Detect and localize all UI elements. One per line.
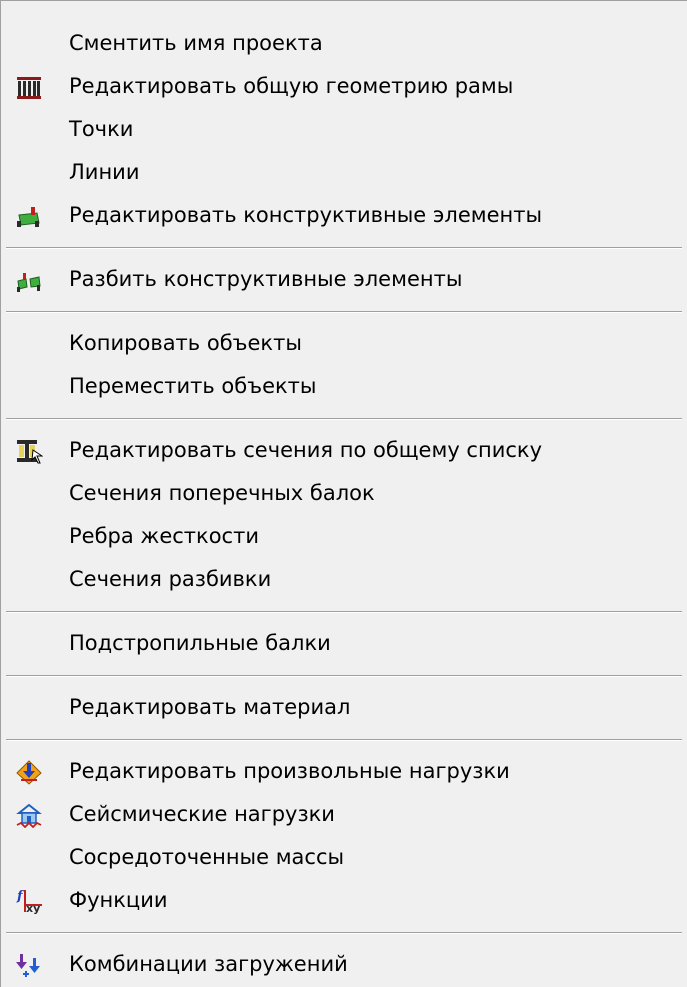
- menu-item-label: Линии: [69, 160, 140, 184]
- arbitrary-loads-icon: [15, 759, 43, 785]
- menu-separator: [1, 922, 687, 943]
- seismic-loads-icon: [15, 802, 43, 828]
- menu-separator: [1, 301, 687, 322]
- menu-item-label: Редактировать произвольные нагрузки: [69, 759, 510, 783]
- menu-item[interactable]: Редактировать материал: [1, 686, 687, 729]
- menu-item-label: Редактировать материал: [69, 695, 351, 719]
- menu-item[interactable]: Подстропильные балки: [1, 622, 687, 665]
- menu-item[interactable]: Ребра жесткости: [1, 515, 687, 558]
- menu-item-label: Сосредоточенные массы: [69, 845, 345, 869]
- menu-separator: [1, 601, 687, 622]
- menu-item-label: Сейсмические нагрузки: [69, 802, 335, 826]
- menu-item[interactable]: f xy Функции: [1, 879, 687, 922]
- menu-item-label: Ребра жесткости: [69, 524, 259, 548]
- functions-icon: f xy: [15, 888, 43, 914]
- frame-geometry-icon: [15, 74, 43, 100]
- menu-item-label: Подстропильные балки: [69, 631, 331, 655]
- menu-item[interactable]: Сечения поперечных балок: [1, 472, 687, 515]
- menu-item[interactable]: Сментить имя проекта: [1, 22, 687, 65]
- menu-item-label: Сечения поперечных балок: [69, 481, 375, 505]
- menu-item-label: Точки: [69, 117, 134, 141]
- structural-elements-icon: [15, 203, 43, 229]
- menu-separator: [1, 408, 687, 429]
- menu-item[interactable]: Редактировать произвольные нагрузки: [1, 750, 687, 793]
- load-combinations-icon: [15, 952, 43, 978]
- menu-separator: [1, 665, 687, 686]
- menu-item-label: Сментить имя проекта: [69, 31, 323, 55]
- menu-item-label: Переместить объекты: [69, 374, 317, 398]
- menu-item[interactable]: Точки: [1, 108, 687, 151]
- section-beam-icon: [15, 438, 43, 464]
- menu-item-label: Копировать объекты: [69, 331, 302, 355]
- menu-item-label: Редактировать сечения по общему списку: [69, 438, 543, 462]
- menu-separator: [1, 729, 687, 750]
- menu-item-label: Функции: [69, 888, 168, 912]
- split-elements-icon: [15, 267, 43, 293]
- menu-item[interactable]: Линии: [1, 151, 687, 194]
- menu-item[interactable]: Копировать объекты: [1, 322, 687, 365]
- menu-item-label: Сечения разбивки: [69, 567, 272, 591]
- menu-item-label: Редактировать конструктивные элементы: [69, 203, 543, 227]
- menu-item[interactable]: Разбить конструктивные элементы: [1, 258, 687, 301]
- menu-separator: [1, 237, 687, 258]
- svg-text:f: f: [16, 889, 25, 904]
- menu-item[interactable]: Редактировать конструктивные элементы: [1, 194, 687, 237]
- menu-item-label: Редактировать общую геометрию рамы: [69, 74, 514, 98]
- menu-item[interactable]: Переместить объекты: [1, 365, 687, 408]
- menu-item[interactable]: Редактировать сечения по общему списку: [1, 429, 687, 472]
- menu-item[interactable]: Сейсмические нагрузки: [1, 793, 687, 836]
- context-menu: Сментить имя проекта Редактировать общую …: [0, 0, 687, 987]
- svg-text:xy: xy: [26, 902, 40, 914]
- menu-item[interactable]: Сечения разбивки: [1, 558, 687, 601]
- menu-item-label: Комбинации загружений: [69, 952, 348, 976]
- menu-item-label: Разбить конструктивные элементы: [69, 267, 463, 291]
- menu-item[interactable]: Сосредоточенные массы: [1, 836, 687, 879]
- menu-item[interactable]: Редактировать общую геометрию рамы: [1, 65, 687, 108]
- menu-item[interactable]: Комбинации загружений: [1, 943, 687, 986]
